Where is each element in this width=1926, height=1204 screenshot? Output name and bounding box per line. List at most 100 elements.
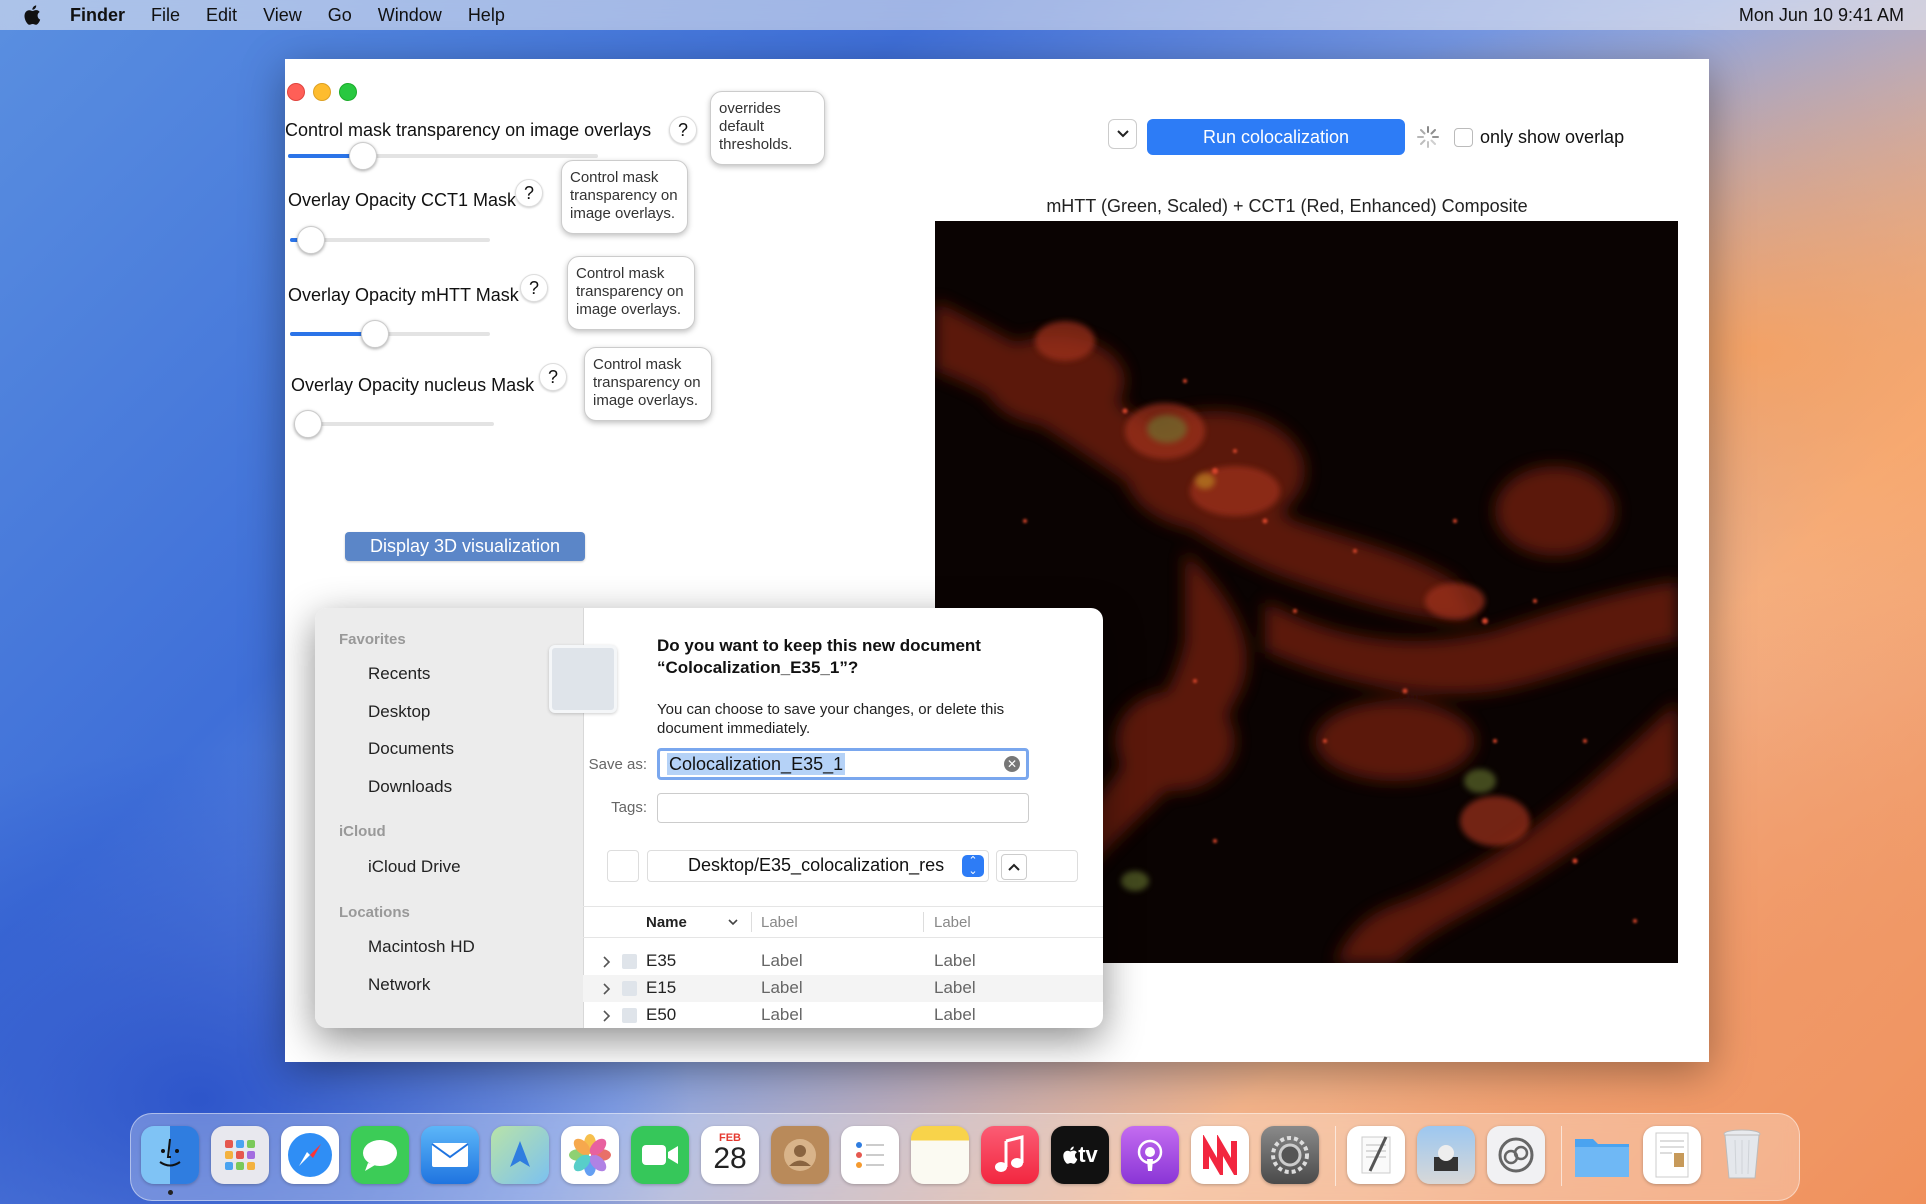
window-close-button[interactable] [287, 83, 305, 101]
display-3d-button[interactable]: Display 3D visualization [345, 532, 585, 561]
menu-view[interactable]: View [263, 5, 302, 26]
window-zoom-button[interactable] [339, 83, 357, 101]
only-overlap-checkbox[interactable] [1454, 128, 1473, 147]
row-name: E15 [646, 978, 677, 997]
menu-edit[interactable]: Edit [206, 5, 237, 26]
tags-field[interactable] [657, 793, 1029, 823]
sidebar-item-downloads[interactable]: Downloads [368, 777, 452, 797]
sidebar-item-recents[interactable]: Recents [368, 664, 430, 684]
news-icon[interactable] [1191, 1126, 1249, 1184]
menu-help[interactable]: Help [468, 5, 505, 26]
safari-icon[interactable] [281, 1126, 339, 1184]
menu-finder[interactable]: Finder [70, 5, 125, 26]
window-minimize-button[interactable] [313, 83, 331, 101]
contacts-icon[interactable] [771, 1126, 829, 1184]
disclosure-chevron-icon[interactable] [603, 980, 611, 1000]
finder-icon[interactable] [141, 1126, 199, 1184]
table-row[interactable]: E35 Label Label [583, 948, 1103, 975]
trash-icon[interactable] [1713, 1126, 1771, 1184]
sidebar-toggle-button[interactable] [607, 850, 639, 882]
photos-icon[interactable] [561, 1126, 619, 1184]
mask-transparency-tooltip: overrides default thresholds. [710, 91, 825, 165]
folder-icon[interactable] [1573, 1126, 1631, 1184]
sidebar-header-icloud: iCloud [339, 823, 386, 840]
dock-separator [1561, 1126, 1562, 1186]
run-colocalization-button[interactable]: Run colocalization [1147, 119, 1405, 155]
cct1-help-button[interactable]: ? [515, 179, 543, 207]
row-label-2: Label [934, 978, 976, 997]
sidebar-item-documents[interactable]: Documents [368, 739, 454, 759]
slider-knob[interactable] [297, 226, 325, 254]
screen-sharing-icon[interactable] [1487, 1126, 1545, 1184]
slider-knob[interactable] [349, 142, 377, 170]
preview-icon[interactable] [1417, 1126, 1475, 1184]
disclosure-chevron-icon[interactable] [603, 953, 611, 973]
dialog-title: Do you want to keep this new document “C… [657, 636, 981, 677]
save-dialog: Favorites Recents Desktop Documents Down… [315, 608, 1103, 1028]
location-popup[interactable]: Desktop/E35_colocalization_res ⌃ ⌄ [647, 850, 989, 882]
sidebar-item-network[interactable]: Network [368, 975, 430, 995]
cct1-tooltip: Control mask transparency on image overl… [561, 160, 688, 234]
column-label-1[interactable]: Label [761, 914, 798, 931]
system-settings-icon[interactable] [1261, 1126, 1319, 1184]
textedit-icon[interactable] [1347, 1126, 1405, 1184]
row-label-1: Label [761, 978, 803, 997]
launchpad-icon[interactable] [211, 1126, 269, 1184]
folder-icon [622, 981, 637, 996]
notes-icon[interactable] [911, 1126, 969, 1184]
sort-chevron-icon [728, 919, 738, 926]
dock: FEB 28 tv [130, 1113, 1800, 1201]
slider-knob[interactable] [361, 320, 389, 348]
sidebar-item-icloud-drive[interactable]: iCloud Drive [368, 857, 461, 877]
menu-window[interactable]: Window [378, 5, 442, 26]
messages-icon[interactable] [351, 1126, 409, 1184]
nucleus-help-button[interactable]: ? [539, 363, 567, 391]
file-table-header: Name Label Label [583, 906, 1103, 938]
podcasts-icon[interactable] [1121, 1126, 1179, 1184]
mask-transparency-slider[interactable] [288, 142, 598, 170]
expand-button[interactable] [996, 850, 1078, 882]
column-divider [751, 912, 752, 932]
image-title: mHTT (Green, Scaled) + CCT1 (Red, Enhanc… [1046, 196, 1528, 216]
mhtt-opacity-slider[interactable] [290, 320, 490, 348]
facetime-icon[interactable] [631, 1126, 689, 1184]
slider-knob[interactable] [294, 410, 322, 438]
sidebar-item-macintosh-hd[interactable]: Macintosh HD [368, 937, 475, 957]
help-glyph: ? [528, 277, 539, 298]
mail-icon[interactable] [421, 1126, 479, 1184]
dock-separator [1335, 1126, 1336, 1186]
reminders-icon[interactable] [841, 1126, 899, 1184]
save-as-field[interactable]: Colocalization_E35_1 ✕ [657, 748, 1029, 780]
menu-clock[interactable]: Mon Jun 10 9:41 AM [1739, 5, 1904, 26]
row-name: E50 [646, 1005, 677, 1024]
column-divider [923, 912, 924, 932]
calendar-icon[interactable]: FEB 28 [701, 1126, 759, 1184]
updown-chevron-icon: ⌃ ⌄ [962, 855, 984, 877]
apple-menu-icon[interactable] [22, 5, 42, 25]
maps-icon[interactable] [491, 1126, 549, 1184]
column-name[interactable]: Name [646, 914, 687, 931]
spinner-icon [1417, 126, 1439, 148]
row-label-2: Label [934, 1005, 976, 1024]
tv-label: tv [1078, 1142, 1098, 1167]
table-row[interactable]: E15 Label Label [583, 975, 1103, 1002]
table-row[interactable]: E50 Label Label [583, 1002, 1103, 1028]
chevron-down-icon [1116, 130, 1129, 138]
sidebar-item-desktop[interactable]: Desktop [368, 702, 430, 722]
music-icon[interactable] [981, 1126, 1039, 1184]
clear-icon[interactable]: ✕ [1004, 756, 1020, 772]
disclosure-chevron-icon[interactable] [603, 1007, 611, 1027]
menu-go[interactable]: Go [328, 5, 352, 26]
options-dropdown-button[interactable] [1108, 119, 1137, 149]
tv-icon[interactable]: tv [1051, 1126, 1109, 1184]
document-icon[interactable] [1643, 1126, 1701, 1184]
mask-transparency-help-button[interactable]: ? [669, 116, 697, 144]
row-label-1: Label [761, 951, 803, 970]
mhtt-help-button[interactable]: ? [520, 274, 548, 302]
menu-file[interactable]: File [151, 5, 180, 26]
row-label-2: Label [934, 951, 976, 970]
nucleus-opacity-slider[interactable] [294, 410, 494, 438]
column-label-2[interactable]: Label [934, 914, 971, 931]
cct1-opacity-slider[interactable] [290, 226, 490, 254]
row-label-1: Label [761, 1005, 803, 1024]
